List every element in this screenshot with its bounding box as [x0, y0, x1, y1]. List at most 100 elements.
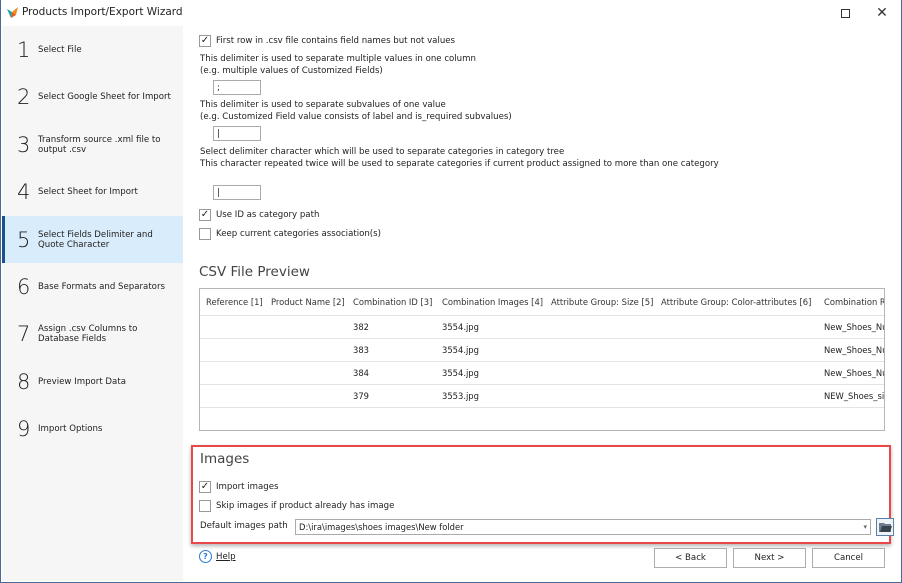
- cell-combination-ref: New_Shoes_Nu: [824, 368, 885, 378]
- cell-combination-id: 382: [353, 322, 369, 332]
- column-header[interactable]: Combination R: [818, 289, 884, 315]
- check-icon: ✓: [200, 209, 210, 220]
- table-row[interactable]: 384 3554.jpg New_Shoes_Nu: [200, 361, 885, 384]
- help-label: Help: [216, 551, 236, 562]
- step-number: 4: [17, 179, 31, 204]
- sidebar-step-9[interactable]: 9 Import Options: [2, 405, 183, 452]
- category-note: Select delimiter character which will be…: [200, 147, 719, 170]
- multi-value-note: This delimiter is used to separate multi…: [200, 54, 476, 77]
- csv-preview-title: CSV File Preview: [199, 264, 310, 280]
- csv-preview-grid[interactable]: Reference [1] Product Name [2] Combination…: [199, 288, 885, 431]
- browse-folder-button[interactable]: [876, 518, 894, 536]
- step-label: Import Options: [38, 423, 103, 434]
- cell-combination-ref: New_Shoes_Nu: [824, 345, 885, 355]
- default-images-path-label: Default images path: [200, 521, 288, 531]
- step-label: Select Sheet for Import: [38, 186, 138, 197]
- window-title: Products Import/Export Wizard: [22, 6, 183, 18]
- subvalue-delimiter-input[interactable]: [213, 126, 261, 141]
- cell-combination-id: 384: [353, 368, 369, 378]
- help-icon: ?: [199, 550, 212, 563]
- subvalue-note-line2: (e.g. Customized Field value consists of…: [200, 111, 512, 122]
- step-number: 3: [17, 132, 31, 157]
- chevron-down-icon[interactable]: ▾: [863, 521, 867, 533]
- cell-combination-ref: NEW_Shoes_sil: [824, 391, 885, 401]
- folder-open-icon: [878, 522, 892, 532]
- empty-row: [200, 407, 884, 430]
- step-label: Select Google Sheet for Import: [38, 91, 171, 102]
- wizard-steps-sidebar: 1 Select File 2 Select Google Sheet for Imp…: [2, 26, 183, 581]
- cell-combination-images: 3554.jpg: [442, 345, 479, 355]
- column-header[interactable]: Reference [1]: [200, 289, 263, 315]
- subvalue-note-line1: This delimiter is used to separate subva…: [200, 100, 446, 110]
- sidebar-step-4[interactable]: 4 Select Sheet for Import: [2, 168, 183, 215]
- cancel-button[interactable]: Cancel: [812, 548, 885, 568]
- wizard-window: Products Import/Export Wizard ✕ 1 Select …: [0, 0, 902, 583]
- checkbox-import-images[interactable]: ✓: [199, 481, 211, 493]
- import-images-label: Import images: [216, 482, 279, 492]
- subvalue-note: This delimiter is used to separate subva…: [200, 100, 512, 123]
- default-images-path-combobox[interactable]: D:\ira\images\shoes images\New folder ▾: [295, 519, 871, 535]
- use-id-label: Use ID as category path: [216, 210, 320, 220]
- step-number: 8: [17, 369, 31, 394]
- check-icon: ✓: [200, 35, 210, 46]
- next-button[interactable]: Next >: [733, 548, 806, 568]
- checkbox-keep-categories[interactable]: [199, 228, 211, 240]
- keep-categories-checkbox[interactable]: Keep current categories association(s): [199, 228, 381, 240]
- column-header[interactable]: Combination ID [3]: [347, 289, 432, 315]
- first-row-names-checkbox[interactable]: ✓ First row in .csv file contains field …: [199, 35, 455, 47]
- category-note-line2: This character repeated twice will be us…: [200, 158, 719, 169]
- step-label: Select File: [38, 44, 82, 55]
- step-number: 9: [17, 416, 31, 441]
- use-id-category-path-checkbox[interactable]: ✓ Use ID as category path: [199, 209, 319, 221]
- help-link[interactable]: ? Help: [199, 550, 236, 563]
- cell-combination-ref: New_Shoes_Nu: [824, 322, 885, 332]
- category-delimiter-input[interactable]: [213, 185, 261, 200]
- step-number: 2: [17, 84, 31, 109]
- back-button[interactable]: < Back: [654, 548, 727, 568]
- maximize-button[interactable]: [827, 0, 863, 26]
- cell-combination-images: 3554.jpg: [442, 368, 479, 378]
- cell-combination-images: 3554.jpg: [442, 322, 479, 332]
- step-label: Base Formats and Separators: [38, 281, 165, 292]
- table-row[interactable]: 383 3554.jpg New_Shoes_Nu: [200, 338, 885, 361]
- skip-images-label: Skip images if product already has image: [216, 501, 395, 511]
- multi-value-note-line1: This delimiter is used to separate multi…: [200, 54, 476, 64]
- checkbox-first-row[interactable]: ✓: [199, 35, 211, 47]
- sidebar-step-7[interactable]: 7 Assign .csv Columns to Database Fields: [2, 310, 183, 357]
- cell-combination-id: 383: [353, 345, 369, 355]
- sidebar-step-8[interactable]: 8 Preview Import Data: [2, 358, 183, 405]
- step-label: Transform source .xml file to output .cs…: [38, 134, 161, 155]
- column-header[interactable]: Combination Images [4]: [436, 289, 543, 315]
- category-note-line1: Select delimiter character which will be…: [200, 147, 565, 157]
- images-section-title: Images: [200, 451, 250, 467]
- maximize-icon: [840, 8, 850, 18]
- column-header[interactable]: Attribute Group: Size [5]: [545, 289, 653, 315]
- step-label: Select Fields Delimiter and Quote Charac…: [38, 229, 153, 250]
- close-icon: ✕: [876, 5, 888, 21]
- step-number: 1: [17, 37, 31, 62]
- keep-categories-label: Keep current categories association(s): [216, 229, 381, 239]
- import-images-checkbox[interactable]: ✓ Import images: [199, 481, 279, 493]
- checkbox-skip-images[interactable]: [199, 500, 211, 512]
- check-icon: ✓: [200, 481, 210, 492]
- path-value: D:\ira\images\shoes images\New folder: [299, 522, 464, 532]
- app-logo-icon: [7, 7, 18, 18]
- sidebar-step-3[interactable]: 3 Transform source .xml file to output .c…: [2, 121, 183, 168]
- table-row[interactable]: 379 3553.jpg NEW_Shoes_sil: [200, 384, 885, 407]
- table-row[interactable]: 382 3554.jpg New_Shoes_Nu: [200, 315, 885, 338]
- sidebar-step-1[interactable]: 1 Select File: [2, 26, 183, 73]
- cell-combination-id: 379: [353, 391, 369, 401]
- title-bar: Products Import/Export Wizard ✕: [1, 0, 901, 26]
- checkbox-use-id[interactable]: ✓: [199, 209, 211, 221]
- multi-value-delimiter-input[interactable]: [213, 80, 261, 95]
- column-header[interactable]: Product Name [2]: [265, 289, 345, 315]
- step-label: Assign .csv Columns to Database Fields: [38, 323, 138, 344]
- sidebar-step-6[interactable]: 6 Base Formats and Separators: [2, 263, 183, 310]
- sidebar-step-2[interactable]: 2 Select Google Sheet for Import: [2, 73, 183, 120]
- images-section-highlight: Images ✓ Import images Skip images if pr…: [191, 445, 894, 544]
- step-content: ✓ First row in .csv file contains field …: [183, 26, 901, 581]
- column-header[interactable]: Attribute Group: Color-attributes [6]: [655, 289, 811, 315]
- skip-images-checkbox[interactable]: Skip images if product already has image: [199, 500, 394, 512]
- close-button[interactable]: ✕: [864, 0, 900, 26]
- sidebar-step-5[interactable]: 5 Select Fields Delimiter and Quote Chara…: [2, 216, 183, 263]
